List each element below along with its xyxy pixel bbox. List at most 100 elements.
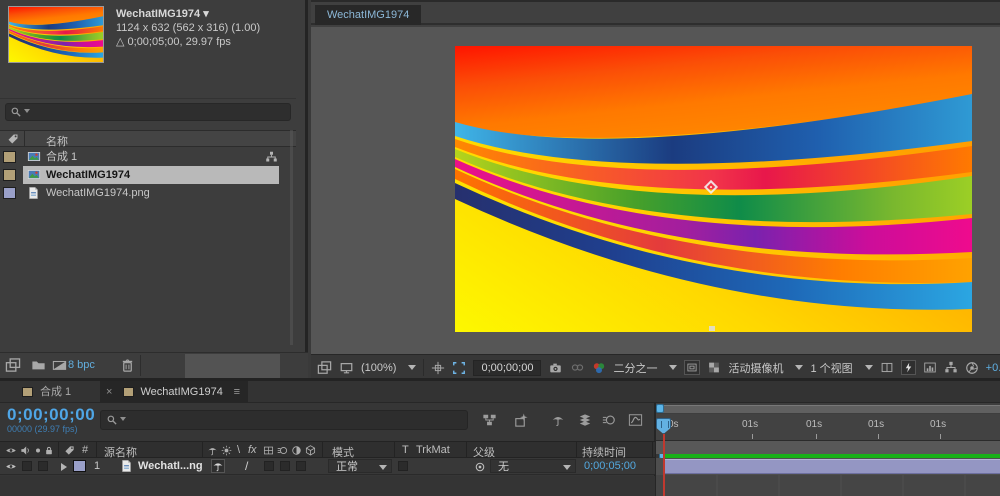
layer-source-name[interactable]: WechatI...ng [138,460,203,472]
quality-switch[interactable]: / [245,459,248,473]
snapshot-camera-icon[interactable] [548,361,563,375]
solo-cell[interactable] [38,461,48,471]
project-row-wechatimg1974-png[interactable]: WechatIMG1974.png [0,184,296,202]
monitor-icon[interactable] [339,361,354,375]
timeline-tab-comp1[interactable]: 合成 1 [14,381,71,403]
layer-duration-bar[interactable] [664,459,1000,474]
new-folder-icon[interactable] [31,358,46,372]
always-preview-icon[interactable] [317,361,332,375]
panel-menu-icon[interactable]: ≡ [234,381,240,403]
switch-cell[interactable] [264,461,274,471]
index-column-header[interactable]: # [82,444,88,456]
frame-blend-column-icon[interactable] [263,445,274,456]
label-column-icon[interactable] [64,445,75,456]
view-count-dropdown[interactable]: 1 个视图 [810,360,852,376]
interpret-footage-icon[interactable] [5,358,21,373]
switch-cell[interactable] [280,461,290,471]
draft-3d-icon[interactable] [513,413,528,428]
proxy-icon[interactable] [52,358,67,372]
search-options-caret-icon[interactable] [120,417,126,421]
pickwhip-icon[interactable] [474,461,486,473]
project-list-header[interactable]: 名称 [0,130,296,147]
region-box-icon[interactable] [684,360,700,375]
solo-column-icon[interactable] [33,445,43,456]
t-column-header[interactable]: T [402,444,409,456]
label-swatch[interactable] [3,187,16,199]
layer-expand-arrow-icon[interactable] [61,463,67,471]
frame-blending-icon[interactable] [578,413,592,427]
layer-bottom-handle[interactable] [709,326,715,331]
collapse-transformations-switch[interactable] [211,459,225,473]
layer-visibility-eye-icon[interactable] [5,461,17,472]
share-view-icon[interactable] [880,361,894,374]
transparency-grid-icon[interactable] [707,361,721,374]
switch-cell[interactable] [296,461,306,471]
graph-editor-icon[interactable] [628,413,643,427]
grid-guides-icon[interactable] [431,361,445,375]
threed-column-icon[interactable] [305,445,316,456]
time-ruler[interactable]: 0s 01s 01s 01s 01s [656,414,1000,441]
comp-flowchart-icon[interactable] [944,361,958,374]
composition-canvas[interactable] [455,46,972,332]
bit-depth-button[interactable]: 8 bpc [68,359,95,371]
footage-preview-thumbnail[interactable] [8,6,104,63]
fx-column-header[interactable]: fx [248,444,257,456]
project-row-composition-1[interactable]: 合成 1 [0,148,296,166]
collapse-column-icon[interactable] [207,445,218,456]
audio-column-icon[interactable] [20,445,31,456]
track-area-top[interactable] [656,441,1000,454]
timeline-tab-wechatimg1974[interactable]: × WechatIMG1974 ≡ [100,381,248,403]
trkmat-cell[interactable] [398,461,408,471]
fast-preview-bolt-icon[interactable] [901,360,916,375]
footer-scrollbar[interactable] [185,354,280,378]
eye-column-icon[interactable] [5,445,17,456]
parent-dropdown[interactable]: 无 [490,459,576,473]
adjustment-column-icon[interactable] [291,445,302,456]
flowchart-icon[interactable] [265,151,278,163]
name-column-header[interactable]: 名称 [46,133,68,149]
layer-duration[interactable]: 0;00;05;00 [584,460,636,472]
quality-column-header[interactable]: \ [237,444,240,456]
magnification-dropdown[interactable]: (100%) [361,362,396,374]
show-channel-rgb-icon[interactable] [592,361,606,375]
quality-sun-icon[interactable] [221,445,232,456]
time-navigator[interactable]: 0s 01s 01s 01s 01s [656,403,1000,441]
work-area-bar[interactable] [662,405,1000,413]
motion-blur-icon[interactable] [602,413,616,427]
project-row-wechatimg1974[interactable]: WechatIMG1974 [0,166,296,184]
comp-mini-flowchart-icon[interactable] [482,413,497,427]
playhead-line[interactable] [663,434,665,496]
layer-row-1[interactable]: 1 WechatI...ng / 正常 无 0;00;05;00 [0,458,655,475]
close-icon[interactable]: × [106,386,112,398]
hide-shy-layers-icon[interactable] [551,413,565,427]
search-options-caret-icon[interactable] [24,109,30,113]
footage-title[interactable]: WechatIMG1974 ▾ [116,7,260,21]
project-search-input[interactable] [5,103,291,121]
chevron-down-icon[interactable] [865,365,873,370]
current-time-display[interactable]: 0;00;00;00 [7,405,95,425]
project-scrollbar[interactable] [290,130,293,345]
blend-mode-dropdown[interactable]: 正常 [328,459,392,473]
active-camera-dropdown[interactable]: 活动摄像机 [728,360,783,376]
timeline-button-icon[interactable] [923,361,937,374]
exposure-value[interactable]: +0.0 [986,362,1000,374]
audio-cell[interactable] [22,461,32,471]
timeline-search-input[interactable] [100,410,468,430]
chevron-down-icon[interactable] [795,365,803,370]
chevron-down-icon[interactable] [408,365,416,370]
show-snapshot-icon[interactable] [570,361,585,374]
label-color-column-icon[interactable] [7,133,19,145]
layer-label-swatch[interactable] [73,460,86,472]
label-swatch[interactable] [3,151,16,163]
lock-column-icon[interactable] [44,445,54,456]
trash-icon[interactable] [120,358,135,373]
trkmat-column-header[interactable]: TrkMat [416,444,450,456]
item-label[interactable]: 合成 1 [46,148,77,166]
work-area-start-handle[interactable] [656,404,664,413]
resolution-dropdown[interactable]: 二分之一 [613,360,657,376]
exposure-shutter-icon[interactable] [965,361,979,375]
item-label[interactable]: WechatIMG1974.png [46,184,150,202]
motion-blur-column-icon[interactable] [277,445,288,456]
item-label[interactable]: WechatIMG1974 [46,166,130,184]
composition-viewport[interactable] [311,27,1000,354]
